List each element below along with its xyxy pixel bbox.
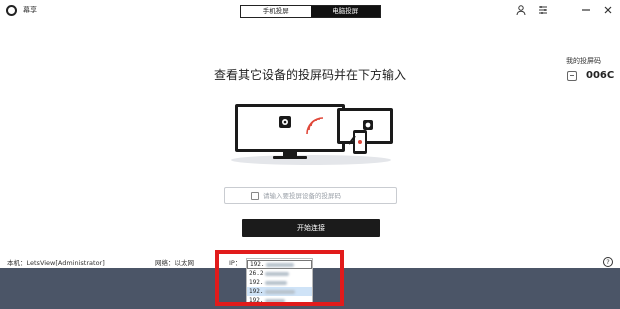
page-headline: 查看其它设备的投屏码并在下方输入: [213, 68, 406, 82]
code-input-box[interactable]: [224, 187, 397, 204]
user-icon[interactable]: [515, 4, 527, 16]
my-code: 006C: [567, 69, 614, 82]
my-code-label: 我的投屏码: [566, 57, 601, 65]
code-input[interactable]: [263, 191, 396, 200]
local-device-name: 本机：LetsView[Administrator]: [7, 259, 105, 267]
help-icon[interactable]: ?: [603, 257, 613, 267]
highlight-annotation: [215, 250, 344, 306]
app-logo-icon: [6, 5, 17, 16]
app-name: 幕享: [23, 6, 37, 14]
network-status: 网络：以太网: [155, 259, 194, 267]
app-window: 幕享 手机投屏 电脑投屏 查看其它设备的投屏码并在下方输入 我的投屏码 006C: [0, 0, 620, 268]
my-code-value: 006C: [586, 70, 615, 81]
tab-pc-mirroring[interactable]: 电脑投屏: [310, 6, 380, 17]
scan-code-icon: [567, 70, 577, 81]
title-bar: 幕享 手机投屏 电脑投屏: [0, 0, 620, 20]
scan-code-icon: [251, 192, 259, 200]
tab-phone-mirroring[interactable]: 手机投屏: [241, 6, 311, 17]
settings-icon[interactable]: [537, 4, 549, 16]
mode-tabs: 手机投屏 电脑投屏: [240, 5, 381, 18]
close-icon[interactable]: [602, 4, 614, 16]
screen-mirroring-illustration-icon: [231, 104, 393, 165]
minimize-icon[interactable]: [580, 4, 592, 16]
start-connect-button[interactable]: 开始连接: [242, 219, 380, 237]
